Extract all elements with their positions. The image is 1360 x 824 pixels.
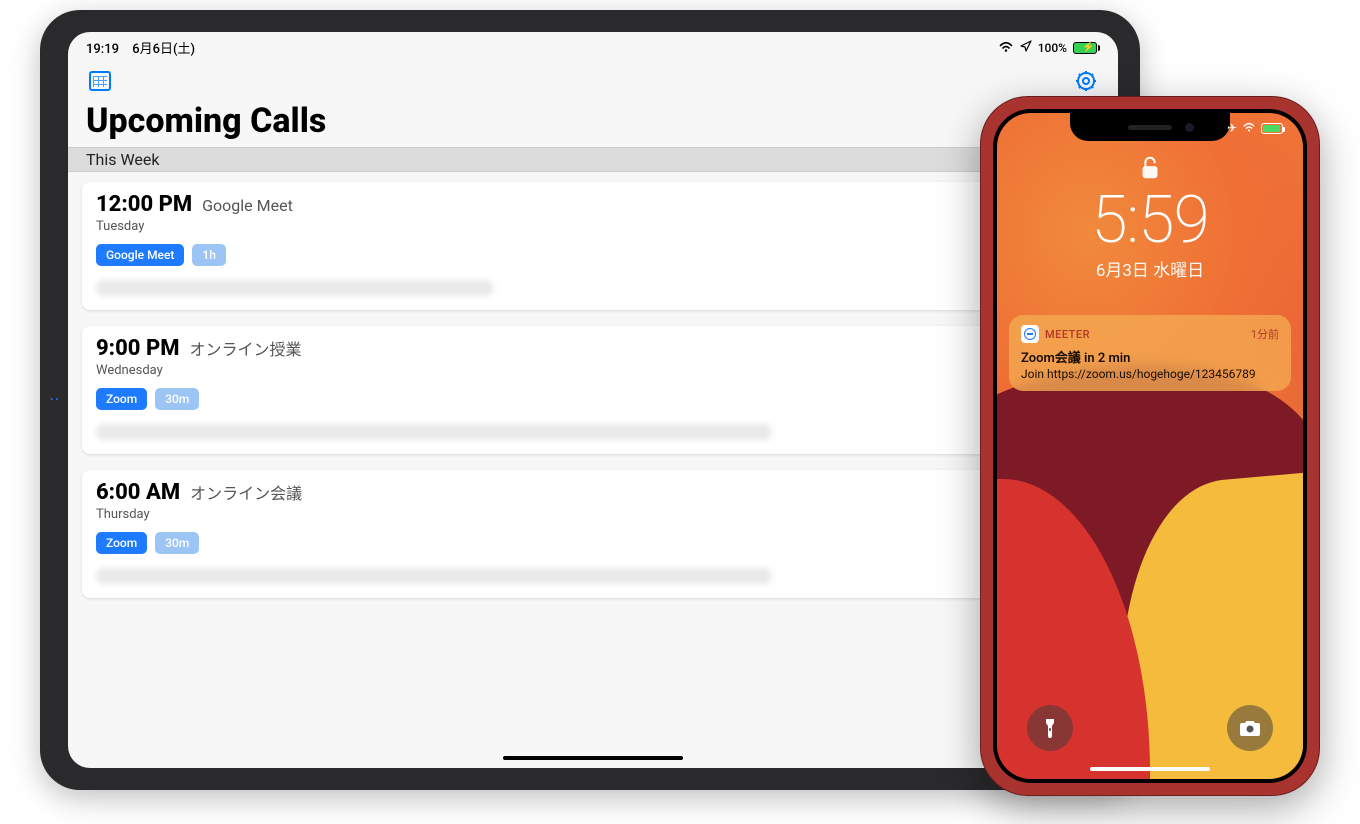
lock-time: 5:59 — [997, 188, 1303, 254]
status-time: 19:19 — [86, 42, 119, 57]
duration-tag: 30m — [155, 388, 199, 410]
notification-body: Join https://zoom.us/hogehoge/123456789 — [1021, 367, 1279, 381]
notification-title: Zoom会議 in 2 min — [1021, 347, 1279, 366]
airplane-icon: ✈ — [1227, 121, 1237, 135]
lock-date: 6月3日 水曜日 — [997, 256, 1303, 281]
ipad-device-frame: •• 19:19 6月6日(土) 100% ⚡ — [40, 10, 1140, 790]
notification-app-name: MEETER — [1045, 328, 1090, 341]
wifi-icon — [1242, 121, 1256, 135]
call-day: Tuesday — [96, 219, 1090, 234]
call-title: オンライン会議 — [190, 480, 302, 504]
duration-tag: 30m — [155, 532, 199, 554]
call-time: 12:00 PM — [96, 192, 192, 217]
service-tag: Zoom — [96, 388, 147, 410]
call-time: 9:00 PM — [96, 336, 179, 361]
ipad-screen: 19:19 6月6日(土) 100% ⚡ — [68, 32, 1118, 768]
settings-gear-icon[interactable] — [1072, 67, 1100, 95]
ipad-status-bar: 19:19 6月6日(土) 100% ⚡ — [68, 32, 1118, 59]
battery-icon — [1261, 123, 1283, 134]
page-title: Upcoming Calls — [68, 97, 1118, 147]
iphone-device-frame: ✈ 5:59 6月3日 水曜日 MEETER — [980, 96, 1320, 796]
call-card[interactable]: 9:00 PM オンライン授業 Wednesday Zoom 30m — [82, 326, 1104, 454]
call-day: Wednesday — [96, 363, 1090, 378]
redacted-url — [96, 424, 772, 440]
status-date: 6月6日(土) — [132, 42, 195, 57]
location-icon — [1020, 40, 1032, 55]
redacted-url — [96, 280, 494, 296]
call-time: 6:00 AM — [96, 480, 180, 505]
flashlight-button[interactable] — [1027, 705, 1073, 751]
calls-list: 12:00 PM Google Meet Tuesday Google Meet… — [68, 172, 1118, 624]
camera-button[interactable] — [1227, 705, 1273, 751]
ipad-side-indicator: •• — [50, 395, 61, 406]
call-card[interactable]: 6:00 AM オンライン会議 Thursday Zoom 30m — [82, 470, 1104, 598]
call-card[interactable]: 12:00 PM Google Meet Tuesday Google Meet… — [82, 182, 1104, 310]
iphone-lock-screen: ✈ 5:59 6月3日 水曜日 MEETER — [997, 113, 1303, 779]
wifi-icon — [998, 40, 1014, 55]
iphone-status-bar: ✈ — [997, 121, 1303, 135]
redacted-url — [96, 568, 772, 584]
service-tag: Google Meet — [96, 244, 184, 266]
home-indicator[interactable] — [503, 756, 683, 760]
battery-icon: ⚡ — [1073, 42, 1100, 54]
section-header: This Week — [68, 147, 1118, 172]
service-tag: Zoom — [96, 532, 147, 554]
notification-ago: 1分前 — [1251, 326, 1279, 342]
duration-tag: 1h — [192, 244, 226, 266]
unlock-icon — [997, 155, 1303, 186]
call-day: Thursday — [96, 507, 1090, 522]
app-toolbar — [68, 59, 1118, 97]
notification-card[interactable]: MEETER 1分前 Zoom会議 in 2 min Join https://… — [1009, 315, 1291, 391]
home-indicator[interactable] — [1090, 767, 1210, 771]
call-title: オンライン授業 — [189, 336, 301, 360]
battery-percent: 100% — [1038, 41, 1067, 55]
call-title: Google Meet — [202, 196, 293, 215]
calendar-icon[interactable] — [86, 67, 114, 95]
notification-app-icon — [1021, 325, 1039, 343]
